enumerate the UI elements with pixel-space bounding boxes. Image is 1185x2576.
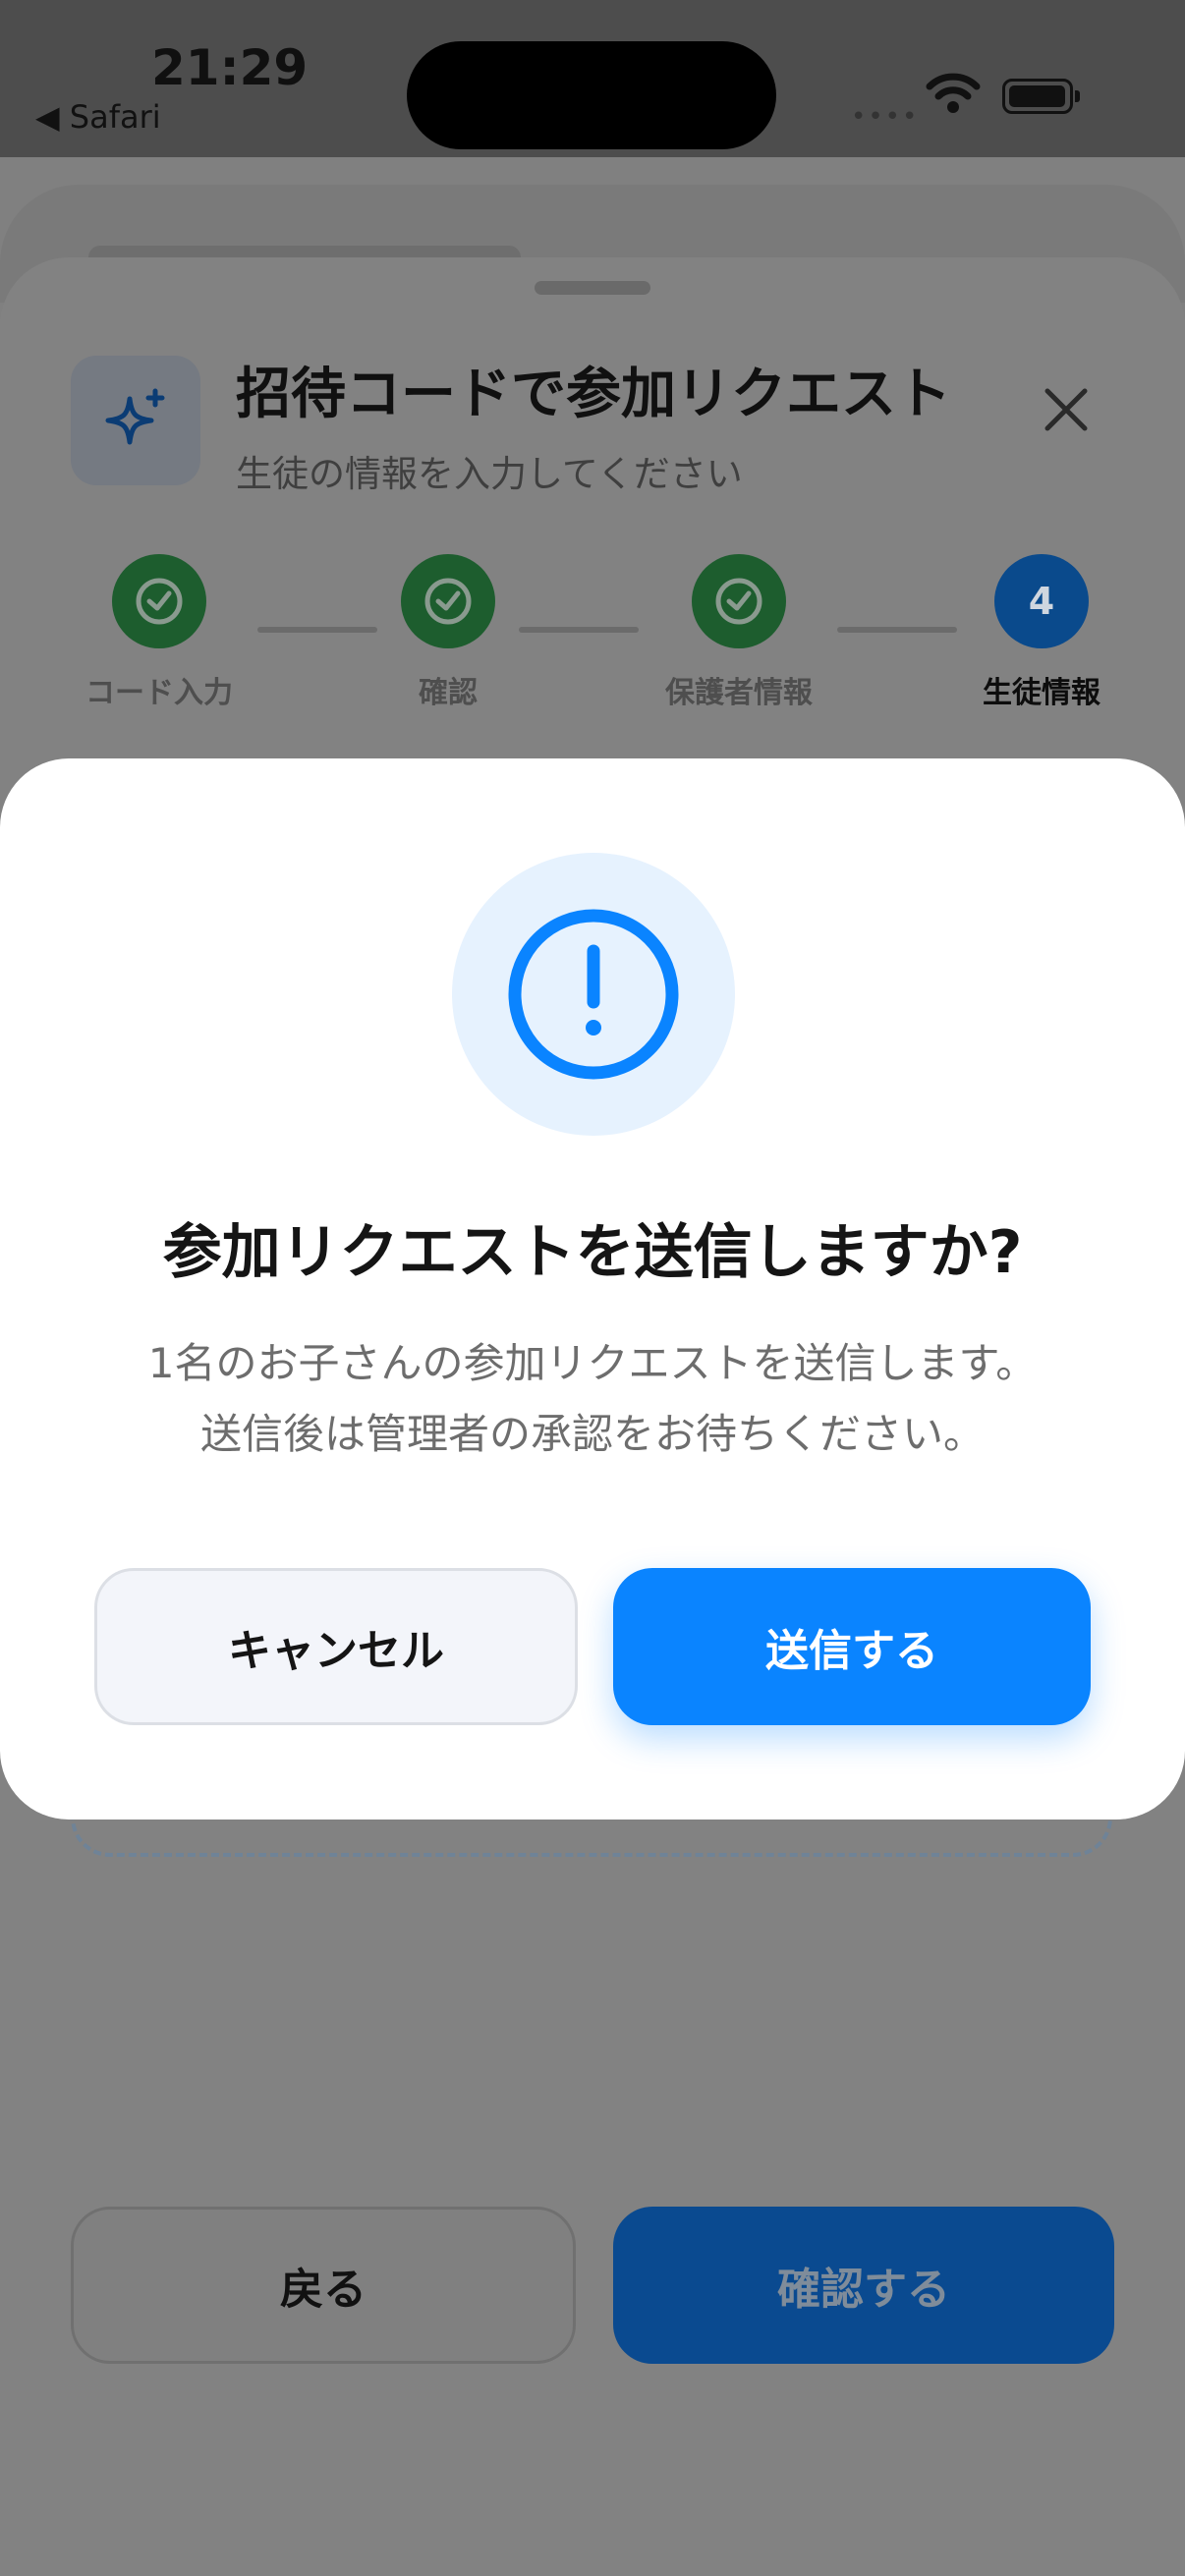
check-circle-icon	[424, 578, 472, 625]
step-connector	[837, 627, 957, 633]
wifi-icon	[926, 73, 981, 113]
sheet-grabber[interactable]	[535, 281, 650, 295]
step-guardian-check	[692, 554, 786, 648]
status-bar: 21:29 ◀ Safari ••••	[0, 0, 1185, 157]
cellular-signal-icon: ••••	[851, 102, 920, 132]
cancel-button[interactable]: キャンセル	[94, 1568, 578, 1725]
status-time: 21:29	[151, 39, 309, 96]
step-label-student: 生徒情報	[983, 676, 1100, 710]
dialog-message-line: 送信後は管理者の承認をお待ちください。	[199, 1410, 985, 1458]
close-button[interactable]	[1034, 377, 1099, 442]
sheet-subtitle: 生徒の情報を入力してください	[236, 453, 743, 495]
sparkle-icon	[71, 356, 200, 485]
dynamic-island	[407, 41, 776, 149]
battery-icon	[1002, 79, 1080, 114]
dialog-message: 1名のお子さんの参加リクエストを送信します。 送信後は管理者の承認をお待ちくださ…	[0, 1328, 1185, 1470]
back-button[interactable]: 戻る	[71, 2207, 576, 2364]
close-icon	[1044, 388, 1088, 431]
check-circle-icon	[715, 578, 762, 625]
step-code-input-check	[112, 554, 206, 648]
send-confirmation-dialog: 参加リクエストを送信しますか? 1名のお子さんの参加リクエストを送信します。 送…	[0, 758, 1185, 1820]
check-circle-icon	[136, 578, 183, 625]
dialog-title: 参加リクエストを送信しますか?	[162, 1218, 1023, 1287]
back-to-safari-link[interactable]: ◀ Safari	[35, 98, 161, 136]
sheet-title: 招待コードで参加リクエスト	[236, 363, 951, 426]
step-label-confirm: 確認	[419, 676, 478, 710]
step-label-code-input: コード入力	[85, 676, 233, 710]
step-confirm-check	[401, 554, 495, 648]
alert-icon-background	[452, 853, 735, 1136]
step-student-number: 4	[994, 554, 1089, 648]
send-button[interactable]: 送信する	[613, 1568, 1091, 1725]
step-label-guardian: 保護者情報	[665, 676, 813, 710]
alert-circle-icon	[508, 909, 679, 1080]
confirm-button[interactable]: 確認する	[613, 2207, 1114, 2364]
step-connector	[257, 627, 377, 633]
step-connector	[519, 627, 639, 633]
dialog-message-line: 1名のお子さんの参加リクエストを送信します。	[147, 1339, 1038, 1387]
